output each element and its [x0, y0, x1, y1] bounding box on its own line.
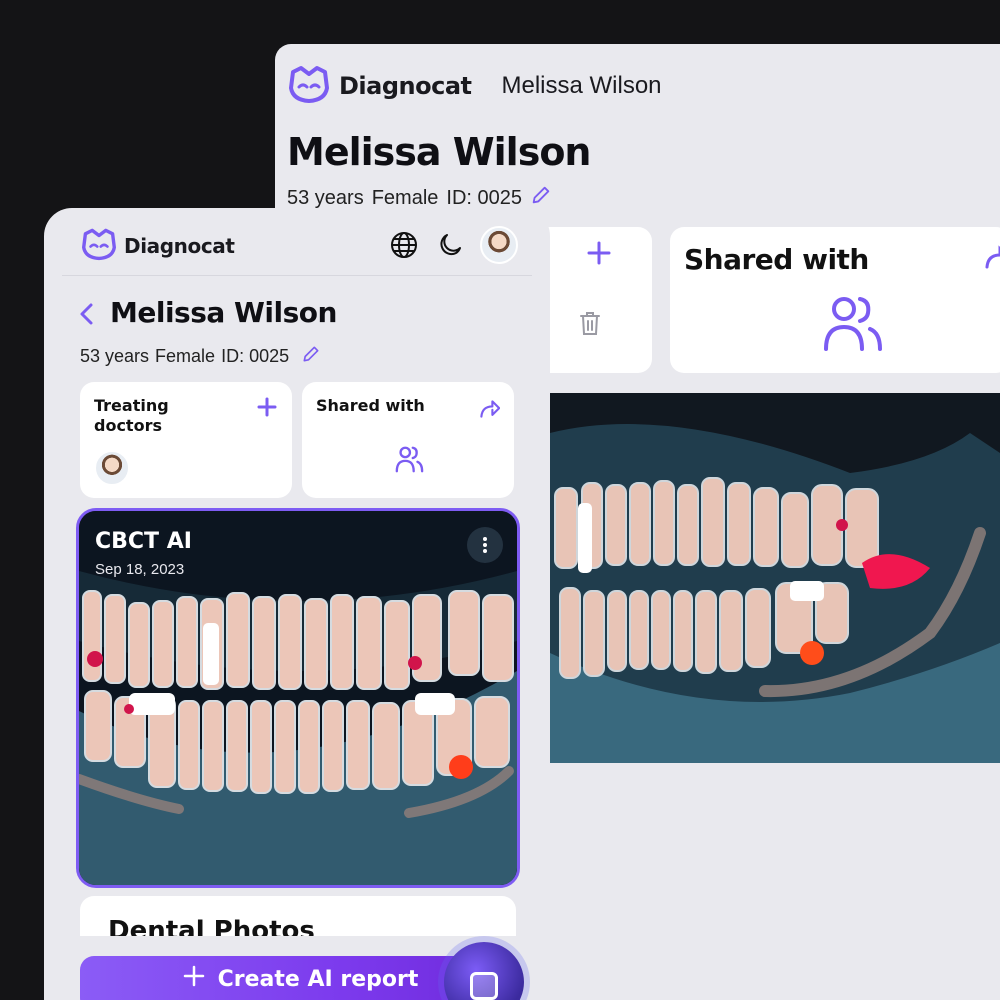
shared-with-title: Shared with: [684, 243, 869, 276]
patient-age: 53 years: [80, 346, 150, 366]
shared-with-card: Shared with: [670, 227, 1000, 373]
add-doctor-icon[interactable]: [256, 396, 278, 423]
create-ai-report-label: Create AI report: [217, 966, 419, 992]
study-title: CBCT AI: [95, 529, 192, 554]
chat-icon: [470, 972, 498, 1000]
patient-name: Melissa Wilson: [287, 130, 591, 174]
more-options-icon[interactable]: [467, 527, 503, 563]
diagnocat-logo-icon[interactable]: [287, 64, 331, 109]
header-patient-name: Melissa Wilson: [501, 72, 662, 99]
patient-id: ID: 0025: [221, 346, 290, 366]
patient-id: ID: 0025: [446, 186, 523, 209]
treating-doctors-title: Treating doctors: [94, 396, 169, 435]
cbct-scan-image[interactable]: [550, 393, 1000, 763]
moon-icon[interactable]: [434, 229, 466, 261]
edit-icon[interactable]: [301, 344, 321, 369]
desktop-header: Diagnocat Melissa Wilson: [287, 58, 662, 114]
patient-name: Melissa Wilson: [110, 296, 337, 329]
patient-gender: Female: [155, 346, 216, 366]
people-icon: [820, 291, 884, 360]
trash-icon[interactable]: [577, 309, 603, 342]
share-icon[interactable]: [984, 245, 1000, 276]
cbct-study-card[interactable]: CBCT AI Sep 18, 2023: [76, 508, 520, 888]
plus-icon: [182, 964, 206, 994]
edit-icon[interactable]: [530, 184, 552, 212]
study-date: Sep 18, 2023: [95, 561, 185, 578]
doctor-avatar[interactable]: [94, 450, 130, 486]
header-actions: [388, 226, 518, 264]
back-arrow-icon[interactable]: [78, 302, 96, 331]
patient-gender: Female: [371, 186, 439, 209]
add-doctor-icon[interactable]: [585, 239, 613, 272]
diagnocat-logo-icon[interactable]: [80, 227, 118, 266]
people-icon: [394, 444, 424, 479]
shared-with-card: Shared with: [302, 382, 514, 498]
brand-name: Diagnocat: [124, 234, 235, 258]
shared-with-title: Shared with: [316, 396, 425, 415]
treating-doctors-card: Treating doctors: [80, 382, 292, 498]
brand-name: Diagnocat: [339, 72, 472, 100]
patient-age: 53 years: [287, 186, 364, 209]
patient-meta: 53 years Female ID: 0025: [80, 344, 321, 369]
user-avatar[interactable]: [480, 226, 518, 264]
header-divider: [62, 275, 532, 276]
mobile-header: Diagnocat: [80, 226, 235, 266]
share-icon[interactable]: [478, 398, 501, 425]
globe-icon[interactable]: [388, 229, 420, 261]
mobile-panel: Diagnocat Melissa Wilson 53 years Female…: [44, 208, 550, 1000]
